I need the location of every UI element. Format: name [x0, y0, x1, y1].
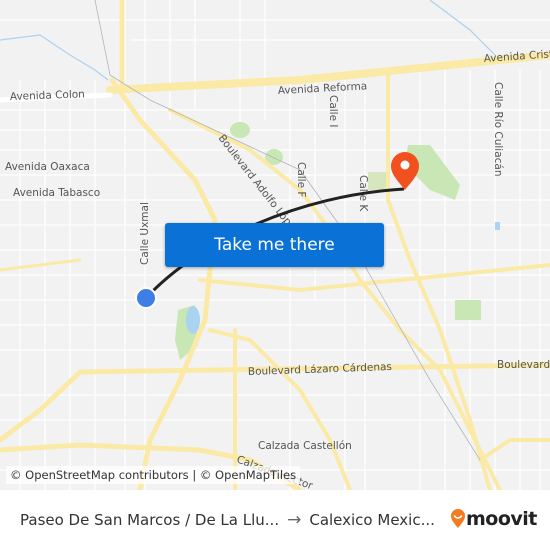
- destination-name: Calexico Mexic...: [309, 511, 435, 529]
- label-avenida-oaxaca: Avenida Oaxaca: [5, 161, 90, 173]
- label-boulevard-lazaro: Boulevard Lázaro Cárdenas: [248, 361, 392, 378]
- origin-name: Paseo De San Marcos / De La Llu...: [20, 511, 280, 529]
- map-attribution[interactable]: © OpenStreetMap contributors | © OpenMap…: [6, 466, 301, 484]
- destination-marker[interactable]: [391, 152, 419, 190]
- label-avenida-colon: Avenida Colon: [10, 88, 85, 103]
- label-calzada-castellon: Calzada Castellón: [258, 440, 352, 452]
- route-summary: Paseo De San Marcos / De La Llu... → Cal…: [20, 510, 435, 530]
- origin-marker[interactable]: [135, 287, 157, 309]
- map[interactable]: Avenida Colon Avenida Oaxaca Avenida Tab…: [0, 0, 550, 490]
- take-me-there-button[interactable]: Take me there: [165, 223, 384, 267]
- moovit-pin-icon: [451, 509, 465, 528]
- label-calle-f: Calle F: [295, 162, 307, 197]
- arrow-right-icon: →: [287, 510, 302, 530]
- label-avenida-cristobal: Avenida Crist: [483, 48, 550, 65]
- label-calle-rio-culiacan: Calle Río Culiacán: [492, 82, 504, 177]
- destination-pin-hole: [400, 160, 410, 170]
- label-calle-i: Calle I: [327, 95, 339, 128]
- label-calle-uxmal: Calle Uxmal: [139, 202, 151, 265]
- label-avenida-tabasco: Avenida Tabasco: [13, 187, 100, 199]
- label-boulevard-right: Boulevard: [497, 359, 550, 371]
- moovit-wordmark: moovit: [466, 508, 537, 530]
- moovit-logo[interactable]: moovit: [450, 508, 537, 530]
